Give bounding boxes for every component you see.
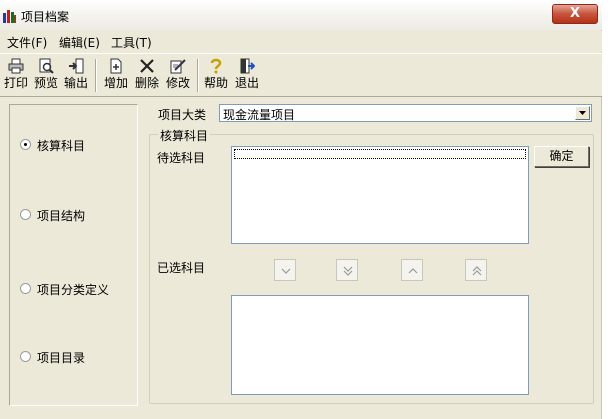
- exit-button[interactable]: 退出: [233, 56, 261, 94]
- move-up-button[interactable]: [401, 259, 423, 281]
- export-icon: [62, 58, 90, 76]
- toolbar-separator: [95, 59, 97, 92]
- candidate-subjects-list[interactable]: [231, 146, 529, 244]
- preview-label: 预览: [33, 76, 58, 90]
- menu-file[interactable]: 文件(F): [7, 34, 47, 51]
- title-bar: 项目档案 X: [0, 0, 602, 30]
- left-option-panel: 核算科目 项目结构 项目分类定义 项目目录: [9, 104, 138, 406]
- delete-button[interactable]: 删除: [133, 56, 161, 94]
- close-button[interactable]: X: [552, 4, 598, 24]
- accounting-subject-group: 核算科目 待选科目 确定 已选科目: [149, 127, 594, 404]
- export-button[interactable]: 输出: [62, 56, 90, 94]
- help-button[interactable]: 帮助: [202, 56, 230, 94]
- radio-button[interactable]: [20, 209, 31, 220]
- group-title: 核算科目: [158, 127, 211, 144]
- add-document-icon: [102, 58, 130, 76]
- confirm-button[interactable]: 确定: [534, 146, 589, 167]
- print-button[interactable]: 打印: [2, 56, 30, 94]
- double-chevron-up-icon: [472, 266, 482, 276]
- app-books-icon: [3, 9, 17, 23]
- modify-label: 修改: [165, 76, 190, 90]
- help-label: 帮助: [203, 76, 228, 90]
- help-question-icon: [202, 58, 230, 76]
- option-label: 项目分类定义: [37, 283, 110, 297]
- option-label: 项目结构: [37, 209, 86, 223]
- candidate-subjects-label: 待选科目: [157, 151, 206, 165]
- chevron-down-icon: [281, 268, 291, 274]
- delete-label: 删除: [134, 76, 159, 90]
- category-select[interactable]: 现金流量项目: [219, 104, 592, 122]
- preview-magnifier-icon: [32, 58, 60, 76]
- radio-button[interactable]: [20, 283, 31, 294]
- add-label: 增加: [103, 76, 128, 90]
- project-archive-window: 项目档案 X 文件(F) 编辑(E) 工具(T) 打印 预览 输出 增加 删除 …: [0, 0, 602, 419]
- add-button[interactable]: 增加: [102, 56, 130, 94]
- list-focus-row: [234, 149, 526, 159]
- option-label: 核算科目: [37, 139, 86, 153]
- move-down-button[interactable]: [274, 259, 296, 281]
- chevron-down-icon[interactable]: [575, 106, 590, 120]
- modify-button[interactable]: 修改: [164, 56, 192, 94]
- double-chevron-down-icon: [343, 266, 353, 276]
- chevron-up-icon: [408, 268, 418, 274]
- edit-pencil-icon: [164, 58, 192, 76]
- category-label: 项目大类: [158, 108, 207, 122]
- option-label: 项目目录: [37, 351, 86, 365]
- category-select-value: 现金流量项目: [223, 108, 296, 122]
- move-all-down-button[interactable]: [336, 259, 358, 281]
- selected-subjects-label: 已选科目: [157, 261, 206, 275]
- selected-subjects-list[interactable]: [231, 295, 529, 395]
- toolbar: 打印 预览 输出 增加 删除 修改 帮助 退出: [0, 53, 602, 97]
- print-label: 打印: [3, 76, 28, 90]
- exit-door-icon: [233, 58, 261, 76]
- menu-tools[interactable]: 工具(T): [111, 34, 152, 51]
- delete-x-icon: [133, 58, 161, 76]
- radio-button[interactable]: [20, 139, 31, 150]
- printer-icon: [2, 58, 30, 76]
- radio-button[interactable]: [20, 351, 31, 362]
- preview-button[interactable]: 预览: [32, 56, 60, 94]
- menu-edit[interactable]: 编辑(E): [59, 34, 100, 51]
- menu-bar: 文件(F) 编辑(E) 工具(T): [0, 31, 602, 52]
- exit-label: 退出: [234, 76, 259, 90]
- window-title: 项目档案: [21, 10, 70, 24]
- export-label: 输出: [63, 76, 88, 90]
- toolbar-separator: [197, 59, 199, 92]
- main-content-panel: 项目大类 现金流量项目 核算科目 待选科目 确定 已选科目: [148, 100, 596, 406]
- move-all-up-button[interactable]: [465, 259, 487, 281]
- close-icon: X: [569, 6, 581, 21]
